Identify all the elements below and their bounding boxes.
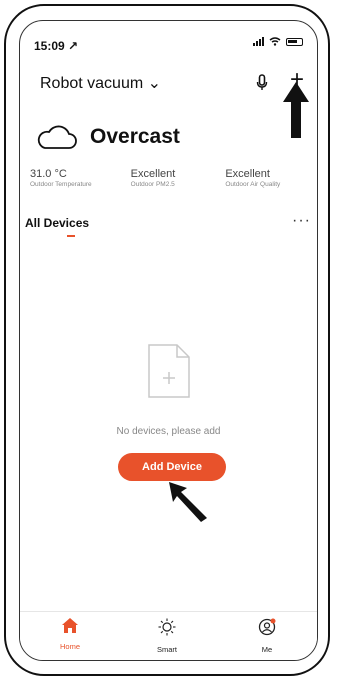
notification-dot	[270, 618, 276, 624]
arrow-up-annotation	[283, 82, 309, 138]
stat-label: Outdoor PM2.5	[130, 181, 175, 188]
add-device-button[interactable]: Add Device	[118, 453, 226, 481]
stat-value: 31.0 °C	[30, 168, 67, 180]
weather-section: Overcast	[36, 124, 180, 150]
stat-value: Excellent	[130, 168, 176, 180]
weather-condition: Overcast	[90, 125, 180, 148]
stat-label: Outdoor Air Quality	[225, 181, 281, 188]
sun-icon	[158, 618, 176, 636]
more-icon[interactable]: ···	[292, 212, 311, 230]
home-selector[interactable]: Robot vacuum ⌄	[40, 73, 161, 93]
weather-stats: 31.0 °C Outdoor Temperature Excellent Ou…	[30, 168, 310, 188]
home-icon	[62, 618, 78, 633]
tab-all-devices[interactable]: All Devices	[25, 216, 89, 230]
tab-home[interactable]: Home	[40, 618, 100, 651]
stat-temperature: 31.0 °C Outdoor Temperature	[30, 168, 115, 188]
tab-smart-label: Smart	[156, 645, 177, 654]
status-bar: 15:09 ↗	[20, 21, 317, 57]
empty-message: No devices, please add	[116, 426, 221, 437]
arrow-pointer-annotation	[169, 482, 207, 522]
status-icons	[253, 37, 303, 46]
bottom-tab-bar: Home Smart Me	[20, 611, 317, 660]
tab-active-indicator	[67, 235, 75, 237]
empty-document-icon	[148, 344, 190, 398]
tab-home-label: Home	[59, 642, 80, 651]
stat-pm25: Excellent Outdoor PM2.5	[115, 168, 216, 188]
signal-icon	[253, 37, 264, 46]
app-screen: 15:09 ↗ Robot vacuum ⌄ + Overcast 31.0 °…	[19, 20, 318, 661]
profile-icon	[258, 618, 276, 636]
battery-icon	[286, 37, 303, 46]
stat-air-quality: Excellent Outdoor Air Quality	[215, 168, 310, 188]
home-name: Robot vacuum ⌄	[40, 75, 162, 92]
cloud-icon	[37, 125, 77, 149]
stat-label: Outdoor Temperature	[30, 181, 92, 188]
stat-value: Excellent	[225, 168, 270, 180]
tab-me-label: Me	[261, 645, 273, 654]
tab-me[interactable]: Me	[237, 618, 297, 654]
microphone-icon[interactable]	[256, 74, 268, 92]
tab-smart[interactable]: Smart	[137, 618, 197, 654]
status-time: 15:09 ↗	[34, 39, 79, 53]
wifi-icon	[269, 37, 281, 46]
